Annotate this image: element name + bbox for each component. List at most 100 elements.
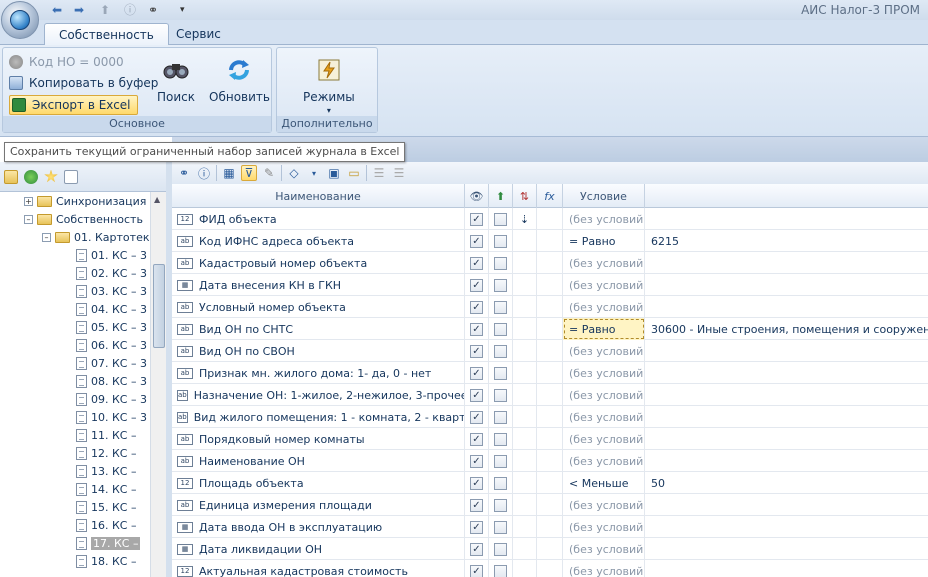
refresh-tree-icon[interactable] [24,169,38,184]
function-cell[interactable] [537,340,563,362]
function-cell[interactable] [537,472,563,494]
search-button[interactable]: Поиск [157,56,195,104]
modes-button[interactable]: Режимы ▾ [303,56,355,115]
refresh-button[interactable]: Обновить [209,56,270,104]
condition-cell[interactable]: (без условий) [563,340,645,362]
tree-node[interactable]: + Синхронизация [24,192,146,210]
sort-cell[interactable] [513,406,537,428]
visible-checkbox[interactable]: ✓ [470,432,483,446]
table-row[interactable]: ▦ Дата ликвидации ОН ✓ (без условий) [172,538,928,560]
tree-node[interactable]: 13. КС – [76,462,136,480]
condition-cell[interactable]: (без условий) [563,560,645,577]
condition-cell[interactable]: (без условий) [563,362,645,384]
condition-cell[interactable]: (без условий) [563,296,645,318]
tree-node[interactable]: 16. КС – [76,516,136,534]
visible-checkbox[interactable]: ✓ [470,366,483,380]
group-checkbox[interactable] [494,542,507,556]
visible-checkbox[interactable]: ✓ [470,498,483,512]
table-row[interactable]: ab Вид ОН по СНТС ✓ = Равно 30600 - Иные стр… [172,318,928,340]
sort-cell[interactable] [513,230,537,252]
visible-checkbox[interactable]: ✓ [470,344,483,358]
function-cell[interactable] [537,296,563,318]
info-icon[interactable]: ⓘ [196,165,212,181]
condition-value-cell[interactable]: 50 [645,472,928,494]
group-checkbox[interactable] [494,388,507,402]
save-icon[interactable]: ▣ [326,165,342,181]
table-row[interactable]: ab Вид жилого помещения: 1 - комната, 2 -… [172,406,928,428]
condition-value-cell[interactable]: 6215 [645,230,928,252]
tree-node[interactable]: 18. КС – [76,552,136,570]
filter-icon[interactable]: ⊽ [241,165,257,181]
function-cell[interactable] [537,208,563,230]
condition-value-cell[interactable] [645,340,928,362]
sort-cell[interactable] [513,450,537,472]
group-checkbox[interactable] [494,520,507,534]
group-checkbox[interactable] [494,476,507,490]
collapse-icon[interactable]: – [24,214,33,224]
eye-icon[interactable]: 👁 [465,184,489,208]
tree-node[interactable]: 12. КС – [76,444,136,462]
table-row[interactable]: ab Признак мн. жилого дома: 1- да, 0 - не… [172,362,928,384]
table-row[interactable]: ab Условный номер объекта ✓ (без условий) [172,296,928,318]
condition-cell[interactable]: (без условий) [563,384,645,406]
sort-cell[interactable] [513,516,537,538]
condition-value-cell[interactable] [645,384,928,406]
group-checkbox[interactable] [494,410,507,424]
condition-value-cell[interactable] [645,208,928,230]
sort-cell[interactable] [513,494,537,516]
condition-value-cell[interactable] [645,252,928,274]
tree-node[interactable]: 09. КС – 3 [76,390,147,408]
tree-node[interactable]: 15. КС – [76,498,136,516]
function-cell[interactable] [537,230,563,252]
sort-cell[interactable] [513,274,537,296]
visible-checkbox[interactable]: ✓ [470,564,483,577]
function-cell[interactable] [537,252,563,274]
column-name[interactable]: Наименование [172,184,465,208]
forward-arrow-icon[interactable]: ➡ [74,2,84,17]
sort-cell[interactable] [513,340,537,362]
function-cell[interactable] [537,516,563,538]
tree-scrollbar[interactable]: ▲ [150,192,166,577]
favorites-icon[interactable] [44,169,58,183]
sort-cell[interactable] [513,560,537,577]
tree-node[interactable]: 14. КС – [76,480,136,498]
condition-cell[interactable]: (без условий) [563,274,645,296]
table-row[interactable]: ab Вид ОН по СВОН ✓ (без условий) [172,340,928,362]
condition-value-cell[interactable] [645,494,928,516]
table-row[interactable]: ab Кадастровый номер объекта ✓ (без условий… [172,252,928,274]
condition-value-cell[interactable] [645,274,928,296]
tree-node[interactable]: 07. КС – 3 [76,354,147,372]
clear-icon[interactable]: ◇ [286,165,302,181]
condition-cell[interactable]: = Равно [563,230,645,252]
condition-cell[interactable]: (без условий) [563,428,645,450]
visible-checkbox[interactable]: ✓ [470,278,483,292]
group-checkbox[interactable] [494,564,507,577]
condition-value-cell[interactable] [645,296,928,318]
function-cell[interactable] [537,450,563,472]
list-dropdown-icon[interactable]: ☰ [391,165,407,181]
function-cell[interactable] [537,406,563,428]
function-cell[interactable] [537,384,563,406]
table-icon[interactable]: ▦ [221,165,237,181]
tree-node[interactable]: 02. КС – 3 [76,264,147,282]
qat-dropdown-icon[interactable]: ▾ [180,2,185,17]
function-cell[interactable] [537,538,563,560]
binoculars-icon[interactable]: ⚭ [148,2,158,17]
table-row[interactable]: ab Код ИФНС адреса объекта ✓ = Равно 6215 [172,230,928,252]
visible-checkbox[interactable]: ✓ [470,454,483,468]
function-cell[interactable] [537,362,563,384]
clear-dropdown-icon[interactable]: ▾ [306,165,322,181]
visible-checkbox[interactable]: ✓ [470,212,483,226]
group-checkbox[interactable] [494,344,507,358]
sort-cell[interactable] [513,472,537,494]
copy-doc-icon[interactable] [64,169,78,184]
group-checkbox[interactable] [494,432,507,446]
kod-no-button[interactable]: Код НО = 0000 [9,52,124,72]
condition-cell[interactable]: (без условий) [563,252,645,274]
group-checkbox[interactable] [494,212,507,226]
visible-checkbox[interactable]: ✓ [470,520,483,534]
sort-cell[interactable] [513,318,537,340]
copy-to-clipboard-button[interactable]: Копировать в буфер [9,73,158,93]
condition-cell[interactable]: (без условий) [563,494,645,516]
table-row[interactable]: ab Назначение ОН: 1-жилое, 2-нежилое, 3-п… [172,384,928,406]
